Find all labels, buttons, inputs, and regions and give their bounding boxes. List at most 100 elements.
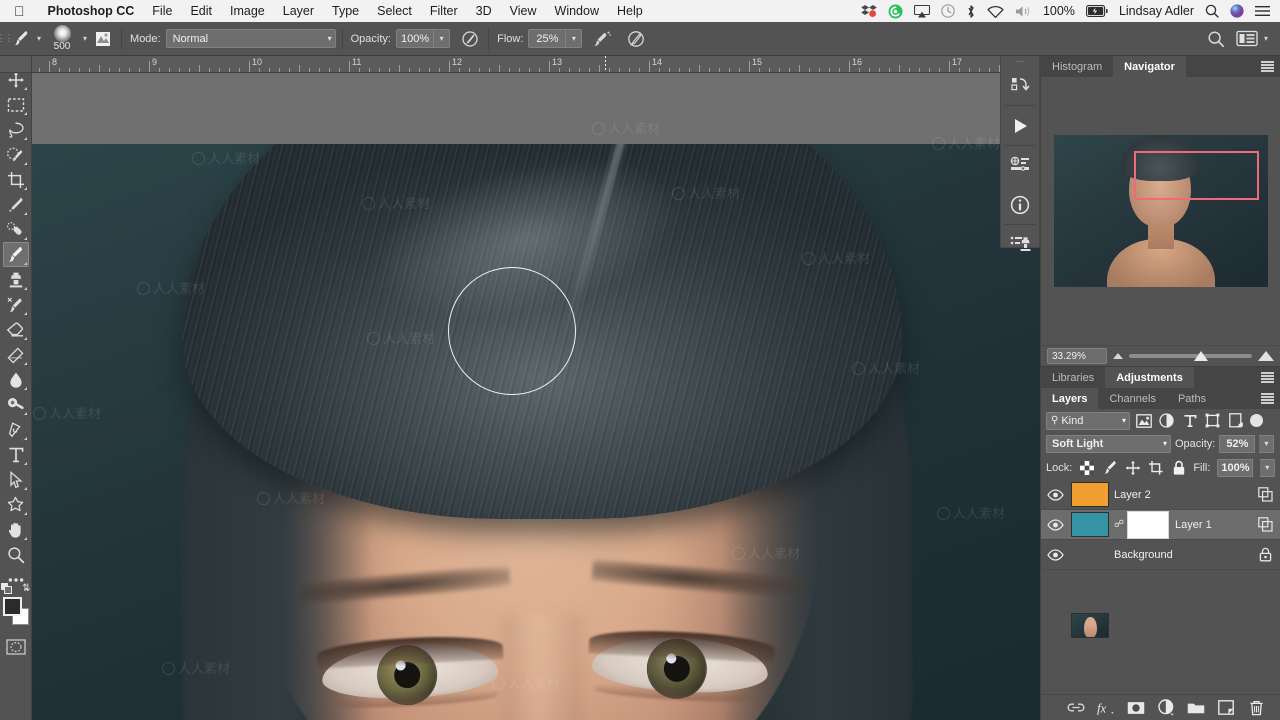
- info-panel-icon[interactable]: [1001, 185, 1039, 224]
- search-icon[interactable]: [1204, 27, 1228, 51]
- crop-tool[interactable]: [3, 167, 29, 192]
- layer-visibility-toggle[interactable]: [1044, 486, 1066, 504]
- document-canvas[interactable]: 人人素材人人素材人人素材人人素材人人素材人人素材人人素材人人素材人人素材人人素材…: [32, 73, 1040, 720]
- apple-logo-icon[interactable]: : [14, 4, 25, 18]
- menu-filter[interactable]: Filter: [421, 4, 467, 18]
- eyedropper-tool[interactable]: [3, 192, 29, 217]
- tab-histogram[interactable]: Histogram: [1041, 56, 1114, 77]
- tab-layers[interactable]: Layers: [1041, 388, 1099, 409]
- ruler-corner[interactable]: [0, 56, 32, 73]
- menu-select[interactable]: Select: [368, 4, 421, 18]
- pen-tool[interactable]: [3, 417, 29, 442]
- tab-adjustments[interactable]: Adjustments: [1105, 367, 1194, 388]
- layer-thumbnail[interactable]: [1071, 482, 1109, 507]
- portrait-photo[interactable]: [32, 144, 1040, 720]
- tab-navigator[interactable]: Navigator: [1113, 56, 1186, 77]
- zoom-level-input[interactable]: 33.29%: [1047, 348, 1107, 364]
- menu-help[interactable]: Help: [608, 4, 652, 18]
- horizontal-type-tool[interactable]: [3, 442, 29, 467]
- menu-3d[interactable]: 3D: [467, 4, 501, 18]
- history-panel-icon[interactable]: [1001, 66, 1039, 105]
- horizontal-ruler[interactable]: 8 9 10 11 12 13 14 15 16 17: [32, 56, 1040, 73]
- zoom-out-icon[interactable]: [1113, 353, 1123, 359]
- layer-visibility-toggle[interactable]: [1044, 516, 1066, 534]
- layer-name[interactable]: Background: [1114, 549, 1251, 561]
- gradient-tool[interactable]: [3, 342, 29, 367]
- blend-mode-select[interactable]: Normal ▾: [165, 29, 336, 48]
- layer-name[interactable]: Layer 2: [1114, 489, 1251, 501]
- blur-tool[interactable]: [3, 367, 29, 392]
- layer-filter-kind-select[interactable]: ⚲ Kind ▾: [1046, 411, 1130, 430]
- menu-type[interactable]: Type: [323, 4, 368, 18]
- smart-filter-badge-icon[interactable]: [1256, 487, 1274, 502]
- layer-blend-mode-select[interactable]: Soft Light ▾: [1046, 434, 1171, 453]
- lock-artboard-nesting-icon[interactable]: [1148, 460, 1164, 476]
- siri-icon[interactable]: [1230, 4, 1244, 18]
- menu-layer[interactable]: Layer: [274, 4, 323, 18]
- tab-libraries[interactable]: Libraries: [1041, 367, 1106, 388]
- brush-preset-chevron-icon[interactable]: ▾: [79, 34, 91, 43]
- tab-paths[interactable]: Paths: [1166, 388, 1218, 409]
- quick-mask-icon[interactable]: [5, 637, 27, 657]
- lock-position-icon[interactable]: [1125, 460, 1141, 476]
- volume-icon[interactable]: [1015, 5, 1032, 18]
- lock-icon[interactable]: [1256, 547, 1274, 562]
- brush-preset-picker-icon[interactable]: [91, 27, 115, 51]
- layer-name[interactable]: Layer 1: [1173, 519, 1251, 531]
- foreground-color-swatch[interactable]: [2, 597, 22, 616]
- filter-adjustment-icon[interactable]: [1157, 411, 1176, 430]
- filter-pixel-icon[interactable]: [1134, 411, 1153, 430]
- dropbox-icon[interactable]: [861, 4, 877, 18]
- arrange-documents-icon[interactable]: ▾: [1236, 30, 1272, 47]
- flow-stepper[interactable]: ▾: [566, 29, 583, 48]
- panel-menu-icon[interactable]: [1261, 61, 1274, 72]
- layer-opacity-input[interactable]: 52%: [1219, 434, 1256, 453]
- play-action-icon[interactable]: [1001, 106, 1039, 145]
- layer-visibility-toggle[interactable]: [1044, 546, 1066, 564]
- spot-healing-brush-tool[interactable]: [3, 217, 29, 242]
- zoom-slider-knob[interactable]: [1194, 351, 1209, 361]
- table-row[interactable]: Layer 2: [1041, 480, 1280, 510]
- lock-transparent-pixels-icon[interactable]: [1079, 460, 1095, 476]
- new-adjustment-layer-icon[interactable]: [1157, 699, 1175, 717]
- menu-view[interactable]: View: [501, 4, 546, 18]
- layer-fill-stepper[interactable]: ▾: [1260, 458, 1276, 477]
- lock-all-icon[interactable]: [1171, 460, 1187, 476]
- layer-thumbnail[interactable]: [1071, 613, 1109, 638]
- layer-thumbnail[interactable]: [1071, 512, 1109, 537]
- flow-input[interactable]: 25%: [528, 29, 567, 48]
- zoom-slider[interactable]: [1129, 348, 1252, 364]
- brush-tool-chevron-icon[interactable]: ▾: [33, 34, 45, 43]
- filter-shape-icon[interactable]: [1203, 411, 1222, 430]
- dodge-tool[interactable]: [3, 392, 29, 417]
- smart-filter-badge-icon[interactable]: [1256, 517, 1274, 532]
- menu-app-name[interactable]: Photoshop CC: [39, 4, 144, 18]
- navigator-view-box[interactable]: [1133, 151, 1259, 200]
- filter-smartobject-icon[interactable]: [1226, 411, 1245, 430]
- brush-tool-icon[interactable]: [9, 27, 33, 51]
- pressure-opacity-icon[interactable]: [458, 27, 482, 51]
- menu-window[interactable]: Window: [546, 4, 608, 18]
- layer-fill-input[interactable]: 100%: [1217, 458, 1254, 477]
- menubar-user-name[interactable]: Lindsay Adler: [1119, 4, 1194, 18]
- new-group-icon[interactable]: [1187, 699, 1205, 717]
- menu-image[interactable]: Image: [221, 4, 274, 18]
- airplay-icon[interactable]: [913, 4, 930, 18]
- menu-edit[interactable]: Edit: [181, 4, 221, 18]
- hand-tool[interactable]: [3, 517, 29, 542]
- properties-panel-icon[interactable]: [1001, 146, 1039, 185]
- path-selection-tool[interactable]: [3, 467, 29, 492]
- menu-file[interactable]: File: [143, 4, 181, 18]
- bluetooth-icon[interactable]: [966, 4, 976, 19]
- new-layer-icon[interactable]: [1217, 699, 1235, 717]
- add-layer-mask-icon[interactable]: [1127, 699, 1145, 717]
- smoothing-icon[interactable]: [624, 27, 648, 51]
- filter-toggle-icon[interactable]: [1250, 414, 1263, 427]
- mini-dock-grip[interactable]: ⋯: [1001, 56, 1039, 66]
- delete-layer-icon[interactable]: [1247, 699, 1265, 717]
- mask-link-icon[interactable]: ☍: [1114, 519, 1124, 530]
- zoom-tool[interactable]: [3, 542, 29, 567]
- clone-source-panel-icon[interactable]: [1001, 225, 1039, 264]
- eraser-tool[interactable]: [3, 317, 29, 342]
- layer-style-fx-icon[interactable]: fx: [1097, 699, 1115, 717]
